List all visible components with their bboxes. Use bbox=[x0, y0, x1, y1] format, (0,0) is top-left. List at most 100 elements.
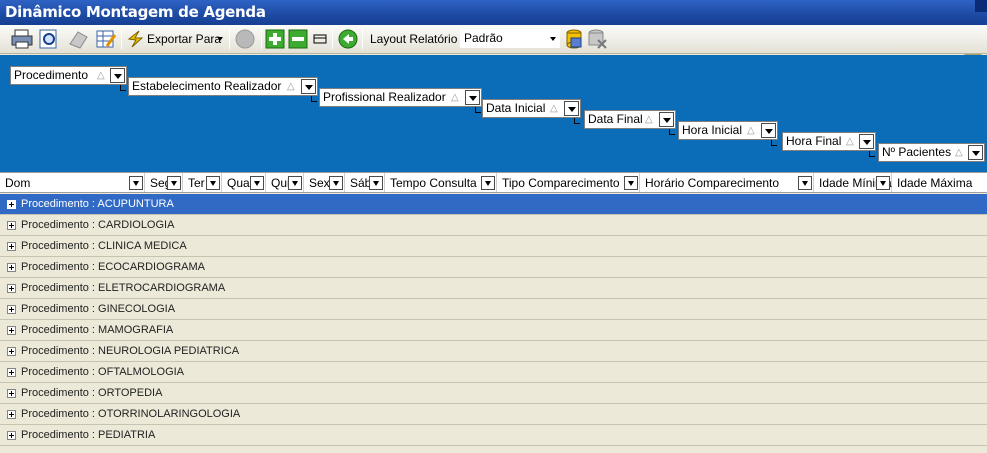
column-header[interactable]: Dom bbox=[0, 173, 145, 192]
export-dropdown-arrow-icon[interactable] bbox=[216, 28, 226, 50]
column-header-label: Tipo Comparecimento bbox=[502, 176, 620, 190]
layout-select[interactable]: Padrão bbox=[460, 29, 560, 48]
column-header[interactable]: Qui bbox=[266, 173, 304, 192]
list-item[interactable]: Procedimento : GINECOLOGIA bbox=[0, 299, 987, 320]
chevron-down-icon bbox=[550, 37, 556, 41]
dropdown-icon[interactable] bbox=[659, 112, 674, 127]
group-header-hora-final[interactable]: Hora Final △ bbox=[782, 132, 876, 151]
group-header-data-inicial[interactable]: Data Inicial △ bbox=[482, 99, 581, 118]
export-button[interactable]: Exportar Para bbox=[147, 32, 221, 46]
dropdown-icon[interactable] bbox=[481, 176, 495, 190]
delete-layout-icon[interactable] bbox=[586, 28, 608, 50]
dropdown-icon[interactable] bbox=[329, 176, 343, 190]
column-header[interactable]: Idade Mínima bbox=[814, 173, 892, 192]
list-item[interactable]: Procedimento : CARDIOLOGIA bbox=[0, 215, 987, 236]
expand-icon[interactable] bbox=[7, 242, 16, 251]
back-icon[interactable] bbox=[337, 28, 359, 50]
group-row-list: Procedimento : ACUPUNTURA Procedimento :… bbox=[0, 194, 987, 453]
list-item[interactable]: Procedimento : ELETROCARDIOGRAMA bbox=[0, 278, 987, 299]
dropdown-icon[interactable] bbox=[206, 176, 220, 190]
expand-icon[interactable] bbox=[7, 410, 16, 419]
sort-icon: △ bbox=[550, 103, 558, 114]
dropdown-icon[interactable] bbox=[859, 134, 874, 149]
group-header-label: Profissional Realizador bbox=[323, 90, 446, 104]
remove-icon[interactable] bbox=[287, 28, 309, 50]
expand-icon[interactable] bbox=[7, 200, 16, 209]
expand-icon[interactable] bbox=[7, 305, 16, 314]
group-header-estabelecimento[interactable]: Estabelecimento Realizador △ bbox=[128, 77, 318, 96]
dropdown-icon[interactable] bbox=[798, 176, 812, 190]
column-header[interactable]: Qua bbox=[222, 173, 266, 192]
list-item[interactable]: Procedimento : ECOCARDIOGRAMA bbox=[0, 257, 987, 278]
edit-grid-icon[interactable] bbox=[94, 28, 118, 50]
row-label: Procedimento : CARDIOLOGIA bbox=[21, 219, 175, 231]
group-header-n-pacientes[interactable]: Nº Pacientes △ bbox=[878, 143, 985, 162]
expand-icon[interactable] bbox=[7, 284, 16, 293]
dropdown-icon[interactable] bbox=[624, 176, 638, 190]
group-connector bbox=[120, 85, 126, 91]
dropdown-icon[interactable] bbox=[369, 176, 383, 190]
layout-icon[interactable] bbox=[312, 28, 328, 50]
row-label: Procedimento : ECOCARDIOGRAMA bbox=[21, 261, 205, 273]
list-item[interactable]: Procedimento : ORTOPEDIA bbox=[0, 383, 987, 404]
add-icon[interactable] bbox=[264, 28, 286, 50]
list-item[interactable]: Procedimento : OFTALMOLOGIA bbox=[0, 362, 987, 383]
sort-icon: △ bbox=[955, 147, 963, 158]
list-item[interactable]: Procedimento : CLINICA MEDICA bbox=[0, 236, 987, 257]
row-label: Procedimento : ELETROCARDIOGRAMA bbox=[21, 282, 226, 294]
print-preview-icon[interactable] bbox=[37, 28, 61, 50]
column-header[interactable]: Horário Comparecimento bbox=[640, 173, 814, 192]
dropdown-icon[interactable] bbox=[288, 176, 302, 190]
dropdown-icon[interactable] bbox=[968, 145, 983, 160]
window-title-text: Dinâmico Montagem de Agenda bbox=[5, 3, 266, 21]
column-header[interactable]: Tipo Comparecimento bbox=[497, 173, 640, 192]
expand-icon[interactable] bbox=[7, 431, 16, 440]
column-header[interactable]: Sáb bbox=[345, 173, 385, 192]
sort-icon: △ bbox=[97, 70, 105, 81]
sort-icon: △ bbox=[747, 125, 755, 136]
column-header-label: Tempo Consulta bbox=[390, 176, 477, 190]
dropdown-icon[interactable] bbox=[301, 79, 316, 94]
group-connector bbox=[869, 151, 875, 157]
export-icon[interactable] bbox=[126, 28, 146, 50]
sort-icon: △ bbox=[287, 81, 295, 92]
eraser-icon[interactable] bbox=[66, 28, 90, 50]
dropdown-icon[interactable] bbox=[110, 68, 125, 83]
group-header-label: Procedimento bbox=[14, 68, 89, 82]
print-icon[interactable] bbox=[10, 28, 34, 50]
dropdown-icon[interactable] bbox=[129, 176, 143, 190]
expand-icon[interactable] bbox=[7, 347, 16, 356]
list-item[interactable]: Procedimento : PEDIATRIA bbox=[0, 425, 987, 446]
expand-icon[interactable] bbox=[7, 368, 16, 377]
column-header-row: Dom Seg Ter Qua Qui Sex Sáb Tempo Consul… bbox=[0, 172, 987, 193]
column-header-label: Qui bbox=[271, 176, 290, 190]
list-item[interactable]: Procedimento : OTORRINOLARINGOLOGIA bbox=[0, 404, 987, 425]
list-item[interactable]: Procedimento : ACUPUNTURA bbox=[0, 194, 987, 215]
layout-label: Layout Relatório bbox=[370, 32, 458, 46]
group-header-procedimento[interactable]: Procedimento △ bbox=[10, 66, 127, 85]
group-header-data-final[interactable]: Data Final △ bbox=[584, 110, 676, 129]
dropdown-icon[interactable] bbox=[876, 176, 890, 190]
group-header-profissional[interactable]: Profissional Realizador △ bbox=[319, 88, 482, 107]
column-header[interactable]: Seg bbox=[145, 173, 183, 192]
group-by-area: Procedimento △ Estabelecimento Realizado… bbox=[0, 55, 987, 172]
column-header[interactable]: Ter bbox=[183, 173, 222, 192]
dropdown-icon[interactable] bbox=[564, 101, 579, 116]
list-item[interactable]: Procedimento : MAMOGRAFIA bbox=[0, 320, 987, 341]
dropdown-icon[interactable] bbox=[167, 176, 181, 190]
row-label: Procedimento : MAMOGRAFIA bbox=[21, 324, 174, 336]
group-header-hora-inicial[interactable]: Hora Inicial △ bbox=[678, 121, 778, 140]
column-header[interactable]: Idade Máxima bbox=[892, 173, 987, 192]
dropdown-icon[interactable] bbox=[761, 123, 776, 138]
list-item[interactable]: Procedimento : NEUROLOGIA PEDIATRICA bbox=[0, 341, 987, 362]
dropdown-icon[interactable] bbox=[465, 90, 480, 105]
column-header[interactable]: Sex bbox=[304, 173, 345, 192]
column-header[interactable]: Tempo Consulta bbox=[385, 173, 497, 192]
expand-icon[interactable] bbox=[7, 263, 16, 272]
group-header-label: Hora Final bbox=[786, 134, 842, 148]
expand-icon[interactable] bbox=[7, 389, 16, 398]
dropdown-icon[interactable] bbox=[250, 176, 264, 190]
expand-icon[interactable] bbox=[7, 221, 16, 230]
save-layout-icon[interactable] bbox=[563, 28, 585, 50]
expand-icon[interactable] bbox=[7, 326, 16, 335]
